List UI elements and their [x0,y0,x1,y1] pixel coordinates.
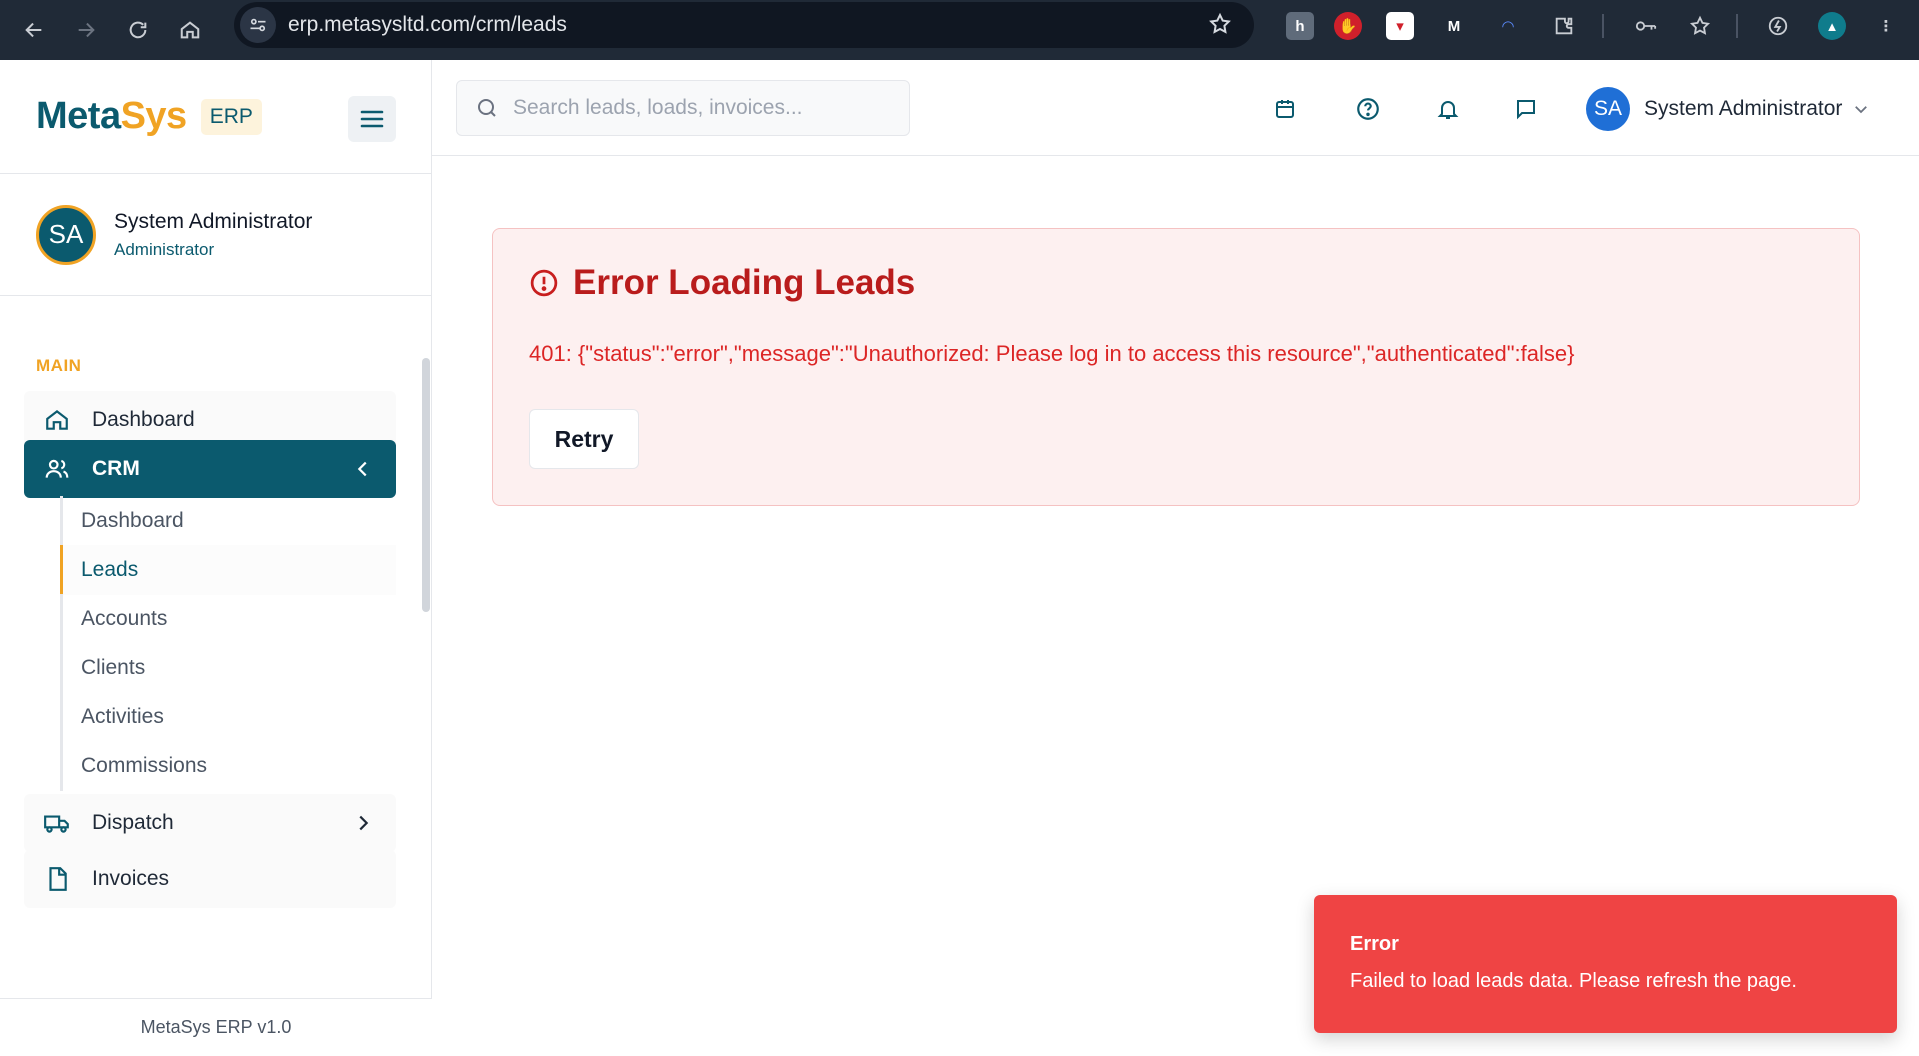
password-key-icon[interactable] [1632,12,1660,40]
toast-message: Failed to load leads data. Please refres… [1350,970,1797,992]
url-text[interactable]: erp.metasysltd.com/crm/leads [288,13,567,37]
user-menu[interactable]: SA System Administrator [1586,86,1870,132]
retry-button[interactable]: Retry [529,409,639,469]
home-icon [42,405,72,435]
truck-icon [42,808,72,838]
search-input[interactable] [513,96,893,120]
profile-name: System Administrator [114,209,313,233]
chevron-left-icon[interactable] [352,457,374,487]
toolbar-divider [1602,14,1604,38]
calendar-icon[interactable] [1270,94,1300,124]
sidebar-subitem-label: Leads [81,558,139,581]
bell-icon[interactable] [1433,94,1463,124]
forward-button[interactable] [66,10,106,50]
sidebar-item-label: Invoices [92,867,170,890]
sidebar-profile: SA System Administrator Administrator [0,174,431,296]
favorites-star-icon[interactable] [1686,12,1714,40]
toast-title: Error [1350,933,1399,955]
top-header: SA System Administrator [432,60,1919,156]
sidebar-item-invoices[interactable]: Invoices [24,850,396,908]
extension-pocket-icon[interactable]: ▾ [1386,12,1414,40]
help-icon[interactable] [1353,94,1383,124]
sidebar-nav: MAIN Dashboard CRM Dashboard Leads Accou… [0,298,420,998]
message-icon[interactable] [1511,94,1541,124]
sidebar: MetaSys ERP SA System Administrator Admi… [0,60,432,1056]
site-settings-icon[interactable] [240,7,276,43]
sidebar-subitem-label: Dashboard [81,509,184,532]
sidebar-subitem-label: Activities [81,705,164,728]
error-title: Error Loading Leads [573,263,916,302]
sidebar-item-label: CRM [92,457,140,480]
chevron-right-icon[interactable] [352,811,374,841]
sidebar-scrollbar[interactable] [422,358,430,612]
extensions-puzzle-icon[interactable] [1550,12,1578,40]
extension-red-hand-icon[interactable]: ✋ [1334,12,1362,40]
brand-header: MetaSys ERP [0,60,431,174]
brand-logo[interactable]: MetaSys [36,95,187,138]
user-avatar: SA [1586,87,1630,131]
sidebar-footer: MetaSys ERP v1.0 [0,998,432,1056]
user-name: System Administrator [1644,97,1843,120]
sidebar-subitem-leads[interactable]: Leads [60,545,396,595]
sidebar-subitem-label: Commissions [81,754,208,777]
brand-name-part2: Sys [120,95,188,137]
sidebar-subitem-crm-dashboard[interactable]: Dashboard [60,496,396,546]
sidebar-subitem-label: Accounts [81,607,168,630]
sidebar-item-label: Dashboard [92,408,195,431]
back-button[interactable] [14,10,54,50]
search-box[interactable] [456,80,910,136]
extension-hubspot-icon[interactable]: h [1286,12,1314,40]
nav-section-label: MAIN [36,356,82,375]
sidebar-item-label: Dispatch [92,811,174,834]
home-button[interactable] [170,10,210,50]
hamburger-icon [360,110,384,128]
address-bar[interactable]: erp.metasysltd.com/crm/leads [234,2,1254,48]
performance-icon[interactable] [1764,12,1792,40]
reload-button[interactable] [118,10,158,50]
file-icon [42,864,72,894]
sidebar-item-dispatch[interactable]: Dispatch [24,794,396,852]
brand-erp-tag: ERP [200,98,262,135]
extension-arc-icon[interactable]: ◠ [1494,12,1522,40]
alert-circle-icon [529,268,559,298]
error-panel: Error Loading Leads 401: {"status":"erro… [492,228,1860,506]
sidebar-item-crm[interactable]: CRM [24,440,396,498]
sidebar-subitem-label: Clients [81,656,146,679]
sidebar-toggle-button[interactable] [348,96,396,142]
search-icon [475,96,499,120]
error-message: 401: {"status":"error","message":"Unauth… [529,341,1575,366]
extension-malwarebytes-icon[interactable]: M [1440,12,1468,40]
chevron-down-icon [1852,100,1870,118]
brand-name-part1: Meta [36,95,121,137]
sidebar-subitem-accounts[interactable]: Accounts [60,594,396,644]
sidebar-subitem-activities[interactable]: Activities [60,692,396,742]
sidebar-subitem-commissions[interactable]: Commissions [60,741,396,791]
sidebar-subitem-clients[interactable]: Clients [60,643,396,693]
toolbar-divider [1736,14,1738,38]
profile-avatar[interactable]: SA [36,204,96,265]
profile-role: Administrator [114,239,215,259]
browser-profile-icon[interactable]: ▲ [1818,12,1846,40]
browser-toolbar: erp.metasysltd.com/crm/leads h ✋ ▾ M ◠ ▲… [0,0,1919,60]
error-toast[interactable]: Error Failed to load leads data. Please … [1314,895,1897,1033]
users-icon [42,454,72,484]
browser-menu-icon[interactable]: ⋮ [1872,12,1900,40]
bookmark-star-icon[interactable] [1208,12,1232,41]
